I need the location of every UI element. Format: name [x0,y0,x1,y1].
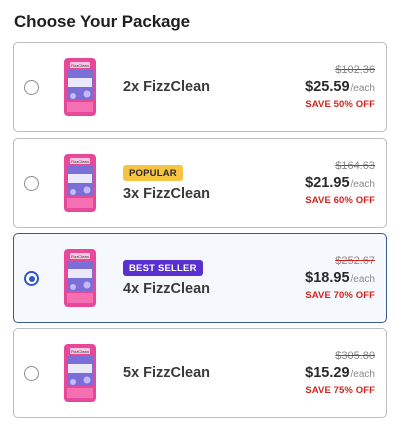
per-unit-label: /each [350,179,375,190]
unit-price: $25.59 [305,79,350,95]
package-name: 4x FizzClean [123,280,211,297]
original-price: $164.63 [335,160,375,172]
discount-label: SAVE 60% OFF [305,195,375,206]
fizzclean-pouch-icon: FizzClean [61,152,99,214]
pouch-label: FizzClean [71,349,89,354]
original-price: $102.36 [335,64,375,76]
package-option-4x[interactable]: FizzClean BEST SELLER 4x FizzClean $252.… [13,233,387,323]
fizzclean-pouch-icon: FizzClean [61,342,99,404]
original-price: $252.67 [335,255,375,267]
package-option-2x[interactable]: FizzClean 2x FizzClean $102.36 $25.59 /e… [13,42,387,132]
discount-label: SAVE 70% OFF [305,290,375,301]
package-name: 2x FizzClean [123,79,211,95]
unit-price: $15.29 [305,365,350,381]
per-unit-label: /each [350,83,375,94]
popular-badge: POPULAR [123,164,183,181]
radio-button[interactable] [24,366,39,381]
pouch-label: FizzClean [71,159,89,164]
best-seller-badge: BEST SELLER [123,259,203,276]
original-price: $305.80 [335,350,375,362]
unit-price: $18.95 [305,270,350,286]
per-unit-label: /each [350,369,375,380]
discount-label: SAVE 75% OFF [305,385,375,396]
package-name: 3x FizzClean [123,185,211,202]
page-title: Choose Your Package [14,12,191,31]
pouch-label: FizzClean [71,63,89,68]
radio-button-checked[interactable] [24,271,39,286]
pouch-label: FizzClean [71,254,89,259]
unit-price: $21.95 [305,175,350,191]
package-option-5x[interactable]: FizzClean 5x FizzClean $305.80 $15.29 /e… [13,328,387,418]
package-option-3x[interactable]: FizzClean POPULAR 3x FizzClean $164.63 $… [13,138,387,228]
radio-button[interactable] [24,176,39,191]
radio-button[interactable] [24,80,39,95]
fizzclean-pouch-icon: FizzClean [61,56,99,118]
package-name: 5x FizzClean [123,365,211,381]
fizzclean-pouch-icon: FizzClean [61,247,99,309]
discount-label: SAVE 50% OFF [305,99,375,110]
per-unit-label: /each [350,274,375,285]
